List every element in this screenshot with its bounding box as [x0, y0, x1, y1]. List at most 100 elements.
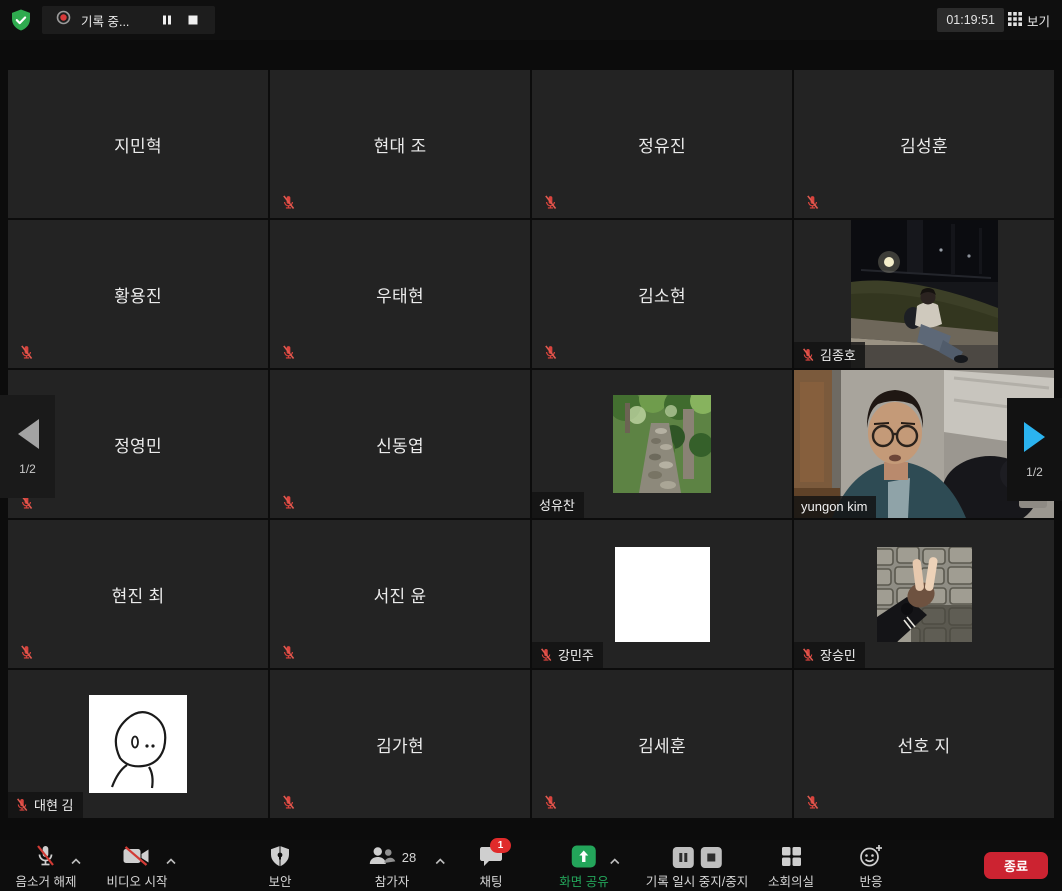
- video-off-icon: [123, 845, 151, 870]
- participant-tile[interactable]: 지민혁: [8, 70, 268, 218]
- participant-tile[interactable]: 김종호: [794, 220, 1054, 368]
- participant-name-label: 장승민: [820, 645, 856, 664]
- security-shield-icon: [269, 845, 290, 871]
- security-button[interactable]: 보안: [268, 844, 291, 890]
- participant-name-label: 강민주: [558, 645, 594, 664]
- participant-name-centered: 선호 지: [794, 670, 1054, 818]
- reactions-button[interactable]: 반응: [859, 844, 884, 890]
- muted-mic-icon: [281, 495, 296, 510]
- recording-controls-label: 기록 일시 중지/중지: [646, 871, 748, 890]
- participants-button[interactable]: 28 참가자: [368, 844, 416, 890]
- participant-tile[interactable]: 서진 윤: [270, 520, 530, 668]
- participant-tile[interactable]: 선호 지: [794, 670, 1054, 818]
- arrow-right-icon: [1022, 421, 1048, 456]
- reactions-smiley-icon: [859, 844, 884, 871]
- muted-mic-icon: [281, 345, 296, 360]
- participant-tile[interactable]: 현대 조: [270, 70, 530, 218]
- participants-icon: [368, 845, 396, 870]
- previous-page-button[interactable]: 1/2: [0, 395, 55, 498]
- participant-tile[interactable]: 정유진: [532, 70, 792, 218]
- participant-tile[interactable]: 황용진: [8, 220, 268, 368]
- next-page-button[interactable]: 1/2: [1007, 398, 1062, 501]
- security-label: 보안: [268, 871, 291, 890]
- muted-mic-icon: [19, 345, 34, 360]
- participant-name-badge: 장승민: [794, 642, 865, 668]
- muted-mic-icon: [281, 645, 296, 660]
- hand-peace-avatar-image: [877, 547, 972, 642]
- view-button-label: 보기: [1027, 11, 1050, 30]
- participant-tile[interactable]: 김소현: [532, 220, 792, 368]
- share-screen-icon: [571, 845, 596, 871]
- participant-tile[interactable]: 김세훈: [532, 670, 792, 818]
- chat-label: 채팅: [479, 871, 502, 890]
- page-indicator: 1/2: [1026, 465, 1043, 479]
- participant-name-centered: 정유진: [532, 70, 792, 218]
- participant-grid: 지민혁 현대 조 정유진 김성훈 황용진 우태현: [8, 70, 1054, 818]
- meeting-secure-shield-icon: [8, 7, 34, 33]
- participants-count: 28: [402, 850, 416, 865]
- participant-name-centered: 현대 조: [270, 70, 530, 218]
- participant-name-badge: yungon kim: [794, 496, 876, 518]
- participant-tile[interactable]: 김가현: [270, 670, 530, 818]
- muted-mic-icon: [19, 645, 34, 660]
- pause-recording-icon[interactable]: [672, 847, 693, 868]
- chat-unread-badge: 1: [490, 838, 511, 853]
- participant-name-label: 성유찬: [539, 495, 575, 514]
- share-screen-button[interactable]: 화면 공유: [559, 844, 608, 890]
- breakout-rooms-label: 소회의실: [768, 871, 814, 890]
- participant-tile[interactable]: 강민주: [532, 520, 792, 668]
- participant-name-centered: 지민혁: [8, 70, 268, 218]
- stop-recording-button[interactable]: [185, 12, 201, 28]
- muted-mic-icon: [801, 648, 815, 662]
- unmute-button[interactable]: 음소거 해제: [16, 844, 77, 890]
- page-indicator: 1/2: [19, 462, 36, 476]
- stop-recording-icon[interactable]: [700, 847, 721, 868]
- participant-tile[interactable]: 현진 최: [8, 520, 268, 668]
- arrow-left-icon: [15, 418, 41, 453]
- muted-mic-icon: [15, 798, 29, 812]
- meeting-timer: 01:19:51: [937, 8, 1004, 32]
- end-meeting-button[interactable]: 종료: [984, 852, 1048, 879]
- chevron-up-icon[interactable]: [609, 853, 620, 868]
- view-button[interactable]: 보기: [1004, 8, 1054, 32]
- pause-recording-button[interactable]: [159, 12, 175, 28]
- participant-name-centered: 김세훈: [532, 670, 792, 818]
- muted-mic-icon: [543, 345, 558, 360]
- participant-name-label: 김종호: [820, 345, 856, 364]
- gallery-grid-icon: [1008, 12, 1022, 29]
- unmute-label: 음소거 해제: [16, 871, 77, 890]
- muted-mic-icon: [801, 348, 815, 362]
- chevron-up-icon[interactable]: [435, 853, 446, 868]
- muted-mic-icon: [543, 195, 558, 210]
- participant-name-badge: 강민주: [532, 642, 603, 668]
- participant-tile[interactable]: 김성훈: [794, 70, 1054, 218]
- muted-mic-icon: [281, 795, 296, 810]
- chat-button[interactable]: 1 채팅: [479, 844, 503, 890]
- chevron-up-icon[interactable]: [166, 853, 177, 868]
- muted-mic-icon: [543, 795, 558, 810]
- top-bar: 기록 중... 01:19:51 보기: [0, 0, 1062, 40]
- participants-label: 참가자: [375, 871, 410, 890]
- participant-tile[interactable]: 성유찬: [532, 370, 792, 518]
- start-video-button[interactable]: 비디오 시작: [107, 844, 168, 890]
- forest-path-avatar-image: [613, 395, 711, 493]
- chevron-up-icon[interactable]: [71, 853, 82, 868]
- reactions-label: 반응: [859, 871, 882, 890]
- participant-tile[interactable]: 신동엽: [270, 370, 530, 518]
- participant-name-centered: 신동엽: [270, 370, 530, 518]
- white-avatar-image: [615, 547, 710, 642]
- breakout-rooms-button[interactable]: 소회의실: [768, 844, 814, 890]
- participant-tile[interactable]: 우태현: [270, 220, 530, 368]
- recording-indicator-pill: 기록 중...: [42, 6, 215, 34]
- participant-tile[interactable]: 장승민: [794, 520, 1054, 668]
- muted-mic-icon: [539, 648, 553, 662]
- muted-mic-icon: [34, 844, 58, 871]
- participant-name-centered: 황용진: [8, 220, 268, 368]
- muted-mic-icon: [805, 795, 820, 810]
- recording-controls-button[interactable]: 기록 일시 중지/중지: [646, 844, 748, 890]
- participant-name-badge: 김종호: [794, 342, 865, 368]
- participant-name-centered: 김성훈: [794, 70, 1054, 218]
- participant-tile[interactable]: 대현 김: [8, 670, 268, 818]
- participant-name-label: 대현 김: [34, 795, 74, 814]
- muted-mic-icon: [281, 195, 296, 210]
